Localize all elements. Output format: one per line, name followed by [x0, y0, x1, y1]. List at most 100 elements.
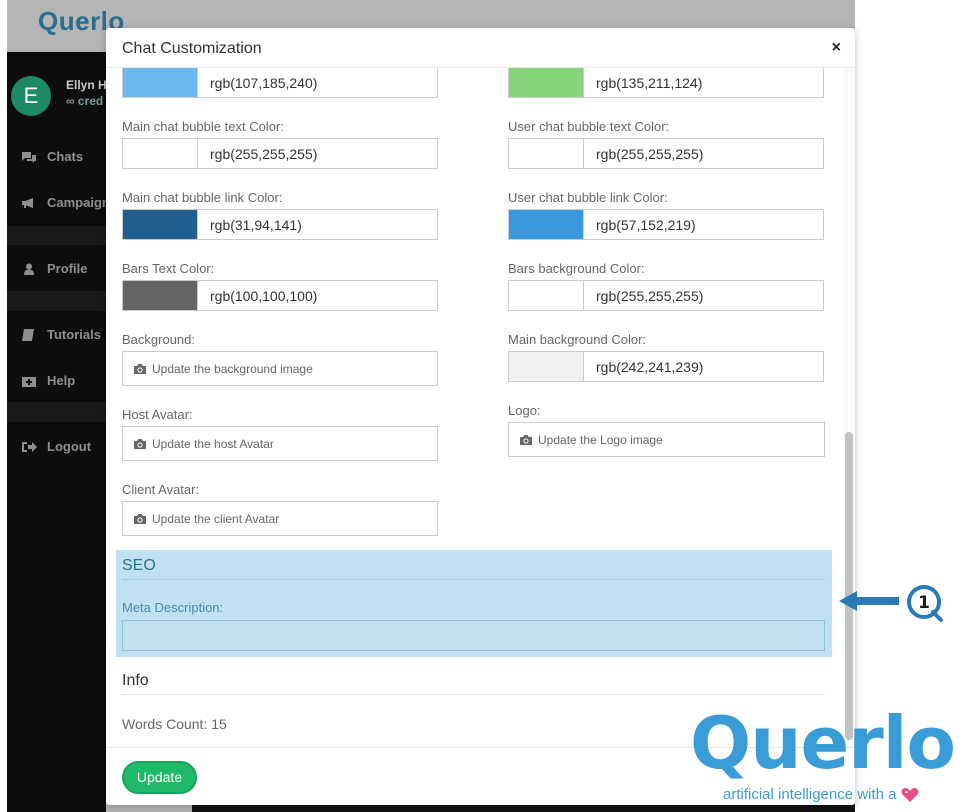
meta-description-input[interactable]	[122, 620, 825, 651]
user-block[interactable]: E Ellyn H ∞ cred	[7, 66, 107, 122]
info-title: Info	[122, 672, 149, 689]
field-label: Main chat bubble link Color:	[122, 190, 283, 205]
logout-icon	[22, 441, 37, 452]
upload-label: Update the client Avatar	[152, 511, 280, 526]
color-value[interactable]: rgb(242,241,239)	[596, 359, 703, 375]
user-credits: ∞ cred	[66, 94, 104, 108]
color-field-main-bubble-link[interactable]: rgb(31,94,141)	[122, 209, 438, 240]
callout-number: 1	[918, 593, 930, 613]
camera-icon	[134, 513, 146, 524]
color-swatch[interactable]	[123, 210, 198, 239]
color-field[interactable]: rgb(107,185,240)	[122, 68, 438, 98]
upload-label: Update the host Avatar	[152, 436, 274, 451]
field-label: Main background Color:	[508, 332, 647, 347]
upload-host-avatar-button[interactable]: Update the host Avatar	[122, 426, 438, 461]
sidebar-item-label: Campaign	[47, 195, 110, 210]
sidebar-item-tutorials[interactable]: Tutorials	[21, 327, 101, 342]
sidebar-item-label: Profile	[47, 261, 88, 276]
color-value[interactable]: rgb(255,255,255)	[596, 146, 703, 162]
color-swatch[interactable]	[509, 139, 584, 168]
color-field[interactable]: rgb(135,211,124)	[508, 68, 824, 98]
color-value[interactable]: rgb(255,255,255)	[210, 146, 317, 162]
color-field-bars-text[interactable]: rgb(100,100,100)	[122, 280, 438, 311]
color-swatch[interactable]	[509, 281, 584, 310]
color-value[interactable]: rgb(135,211,124)	[596, 75, 702, 91]
sidebar-item-profile[interactable]: Profile	[21, 261, 87, 276]
chat-customization-modal: Chat Customization × rgb(107,185,240) Ma…	[106, 28, 855, 805]
camera-icon	[134, 438, 146, 449]
brand-logo: Querlo	[690, 701, 956, 785]
color-value[interactable]: rgb(255,255,255)	[596, 288, 703, 304]
close-icon[interactable]: ×	[832, 39, 841, 57]
color-value[interactable]: rgb(57,152,219)	[596, 217, 696, 233]
words-count: Words Count: 15	[122, 716, 227, 732]
sidebar-divider	[7, 226, 106, 245]
sidebar-item-label: Help	[47, 373, 76, 388]
color-swatch[interactable]	[509, 68, 584, 97]
color-field-user-bubble-link[interactable]: rgb(57,152,219)	[508, 209, 824, 240]
color-swatch[interactable]	[509, 352, 584, 381]
avatar[interactable]: E	[11, 76, 51, 116]
sidebar-item-label: Tutorials	[47, 327, 101, 342]
page: { "app": { "logo_text": "Querlo", "user"…	[0, 0, 967, 812]
camera-icon	[520, 434, 532, 445]
upload-background-button[interactable]: Update the background image	[122, 351, 438, 386]
upload-label: Update the background image	[152, 361, 313, 376]
color-swatch[interactable]	[509, 210, 584, 239]
field-label: Bars background Color:	[508, 261, 645, 276]
upload-logo-button[interactable]: Update the Logo image	[508, 422, 825, 457]
seo-section: SEO Meta Description:	[116, 550, 832, 657]
color-field-bars-background[interactable]: rgb(255,255,255)	[508, 280, 824, 311]
color-value[interactable]: rgb(100,100,100)	[210, 288, 317, 304]
scrollbar[interactable]	[844, 68, 855, 747]
sidebar-item-label: Chats	[47, 149, 84, 164]
sidebar-item-label: Logout	[47, 439, 92, 454]
field-label: Background:	[122, 332, 195, 347]
sidebar-divider	[7, 402, 106, 422]
modal-title: Chat Customization	[122, 40, 262, 57]
medkit-icon	[22, 376, 36, 387]
sidebar-item-campaign[interactable]: Campaign	[21, 195, 110, 210]
field-label: Bars Text Color:	[122, 261, 215, 276]
color-field-user-bubble-text[interactable]: rgb(255,255,255)	[508, 138, 824, 169]
heart-icon	[901, 787, 919, 802]
color-value[interactable]: rgb(107,185,240)	[210, 75, 317, 91]
sidebar-item-help[interactable]: Help	[21, 373, 75, 388]
bullhorn-icon	[22, 197, 33, 208]
arrow-left-icon	[839, 591, 899, 611]
brand-tagline-text: artificial intelligence with a	[723, 786, 897, 803]
color-field-main-background[interactable]: rgb(242,241,239)	[508, 351, 824, 382]
divider	[122, 579, 825, 580]
color-field-main-bubble-text[interactable]: rgb(255,255,255)	[122, 138, 438, 169]
brand-watermark: Querlo artificial intelligence with a	[690, 703, 962, 810]
modal-header: Chat Customization ×	[106, 28, 855, 68]
update-button[interactable]: Update	[122, 761, 197, 794]
field-label: Main chat bubble text Color:	[122, 119, 284, 134]
field-label: User chat bubble text Color:	[508, 119, 670, 134]
number-badge-icon: 1	[907, 585, 943, 622]
color-swatch[interactable]	[123, 281, 198, 310]
modal-body: rgb(107,185,240) Main chat bubble text C…	[106, 68, 855, 747]
scrollbar-thumb[interactable]	[845, 432, 853, 740]
field-label: Logo:	[508, 403, 541, 418]
color-value[interactable]: rgb(31,94,141)	[210, 217, 302, 233]
color-swatch[interactable]	[123, 139, 198, 168]
field-label: Client Avatar:	[122, 482, 200, 497]
seo-title: SEO	[122, 557, 156, 574]
upload-label: Update the Logo image	[538, 432, 663, 447]
user-name: Ellyn H	[66, 78, 107, 92]
field-label: User chat bubble link Color:	[508, 190, 668, 205]
user-icon	[24, 263, 34, 275]
sidebar-item-logout[interactable]: Logout	[21, 439, 91, 454]
sidebar-item-chats[interactable]: Chats	[21, 149, 83, 164]
field-label: Host Avatar:	[122, 407, 193, 422]
sidebar: E Ellyn H ∞ cred Chats Campaign Profile	[7, 52, 110, 812]
color-swatch[interactable]	[123, 68, 198, 97]
brand-tagline: artificial intelligence with a	[723, 786, 919, 803]
callout-number-badge: 1	[905, 583, 945, 623]
chat-icon	[22, 151, 36, 163]
meta-description-label: Meta Description:	[122, 600, 224, 615]
upload-client-avatar-button[interactable]: Update the client Avatar	[122, 501, 438, 536]
sidebar-divider	[7, 291, 106, 311]
book-icon	[22, 328, 34, 341]
